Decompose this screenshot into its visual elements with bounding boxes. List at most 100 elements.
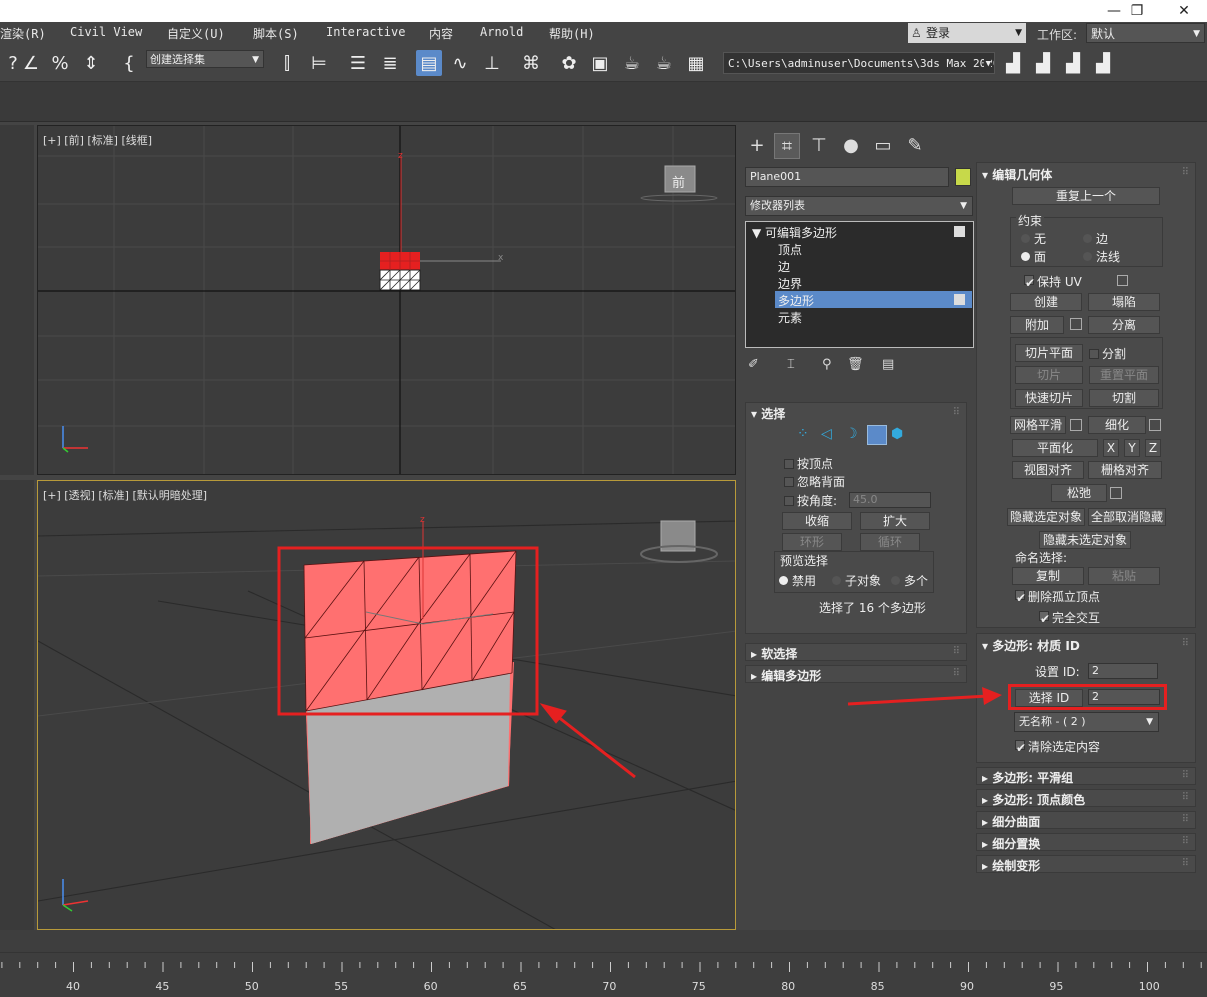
- subdivision-displacement-header[interactable]: ▸ 细分置换: [982, 835, 1040, 852]
- constraint-normal-radio[interactable]: 法线: [1083, 248, 1120, 265]
- make-unique-icon[interactable]: ⚲: [822, 357, 832, 372]
- select-id-button[interactable]: 选择 ID: [1015, 689, 1083, 707]
- schematic-view-icon[interactable]: ⌘: [518, 50, 544, 76]
- subdivision-displacement-rollout[interactable]: ▸ 细分置换 ⠿: [976, 833, 1196, 851]
- angle-spinner[interactable]: 45.0: [849, 492, 931, 508]
- unhide-all-button[interactable]: 全部取消隐藏: [1088, 508, 1166, 526]
- motion-tab-icon[interactable]: ●: [838, 133, 864, 159]
- object-name-input[interactable]: Plane001: [745, 167, 949, 187]
- constraint-edge-radio[interactable]: 边: [1083, 230, 1108, 247]
- shrink-button[interactable]: 收缩: [782, 512, 852, 530]
- soft-selection-header[interactable]: ▸ 软选择: [751, 645, 797, 662]
- meshsmooth-button[interactable]: 网格平滑: [1010, 416, 1066, 434]
- delete-isolated-checkbox[interactable]: ✔ 删除孤立顶点: [1015, 588, 1100, 605]
- subdivision-surface-header[interactable]: ▸ 细分曲面: [982, 813, 1040, 830]
- perspective-viewport-label[interactable]: [+] [透视] [标准] [默认明暗处理]: [43, 487, 207, 503]
- stack-toggle-icon[interactable]: [954, 294, 965, 305]
- preview-off-radio[interactable]: 禁用: [779, 572, 816, 589]
- close-button[interactable]: ✕: [1161, 0, 1207, 22]
- grid-align-button[interactable]: 栅格对齐: [1088, 461, 1162, 479]
- by-angle-checkbox[interactable]: 按角度:: [784, 492, 837, 509]
- constraint-face-radio[interactable]: 面: [1021, 248, 1046, 265]
- utilities-tab-icon[interactable]: ✎: [902, 133, 928, 159]
- mirror-icon[interactable]: ⫿: [274, 50, 300, 76]
- by-vertex-checkbox[interactable]: 按顶点: [784, 455, 833, 472]
- material-editor-icon[interactable]: ✿: [556, 50, 582, 76]
- edit-polygons-header[interactable]: ▸ 编辑多边形: [751, 667, 821, 684]
- menu-content[interactable]: 内容: [429, 25, 453, 42]
- settings-icon[interactable]: [1110, 487, 1122, 499]
- menu-civil-view[interactable]: Civil View: [70, 25, 142, 39]
- preview-subobject-radio[interactable]: 子对象: [832, 572, 881, 589]
- vertex-colors-rollout[interactable]: ▸ 多边形: 顶点颜色 ⠿: [976, 789, 1196, 807]
- ring-button[interactable]: 环形: [782, 533, 842, 551]
- layer-explorer-icon[interactable]: ≣: [377, 50, 403, 76]
- maximize-button[interactable]: ❐: [1114, 0, 1160, 22]
- set-id-spinner[interactable]: 2: [1088, 663, 1158, 679]
- render-setup-icon[interactable]: ▣: [587, 50, 613, 76]
- modify-tab-icon[interactable]: ⌗: [774, 133, 800, 159]
- percent-snap-icon[interactable]: %: [47, 50, 73, 76]
- menu-help[interactable]: 帮助(H): [549, 25, 595, 42]
- named-selection-icon[interactable]: {: [116, 50, 142, 76]
- menu-render[interactable]: 渲染(R): [0, 25, 46, 42]
- perspective-viewport[interactable]: [+] [透视] [标准] [默认明暗处理] z: [37, 480, 736, 930]
- make-planar-button[interactable]: 平面化: [1012, 439, 1098, 457]
- settings-icon[interactable]: [1070, 419, 1082, 431]
- edit-geometry-header[interactable]: ▾ 编辑几何体: [982, 166, 1052, 183]
- create-tab-icon[interactable]: +: [744, 133, 770, 159]
- hide-unselected-button[interactable]: 隐藏未选定对象: [1039, 531, 1131, 549]
- planar-x-button[interactable]: X: [1103, 439, 1119, 457]
- stack-item-element[interactable]: 元素: [778, 309, 802, 326]
- repeat-last-button[interactable]: 重复上一个: [1012, 187, 1160, 205]
- render-icon[interactable]: ☕: [651, 50, 677, 76]
- selection-rollout-header[interactable]: ▾ 选择: [751, 405, 785, 422]
- viewcube-front-label[interactable]: 前: [672, 172, 685, 191]
- menu-script[interactable]: 脚本(S): [253, 25, 299, 42]
- paste-button[interactable]: 粘贴: [1088, 567, 1160, 585]
- show-end-result-icon[interactable]: ⌶: [787, 357, 795, 372]
- scene-explorer-icon[interactable]: ☰: [345, 50, 371, 76]
- grow-button[interactable]: 扩大: [860, 512, 930, 530]
- stack-item-polygon[interactable]: 多边形: [778, 292, 814, 309]
- curve-editor-icon[interactable]: ∿: [447, 50, 473, 76]
- paint-deformation-rollout[interactable]: ▸ 绘制变形 ⠿: [976, 855, 1196, 873]
- slice-button[interactable]: 切片: [1015, 366, 1083, 384]
- hide-selected-button[interactable]: 隐藏选定对象: [1007, 508, 1085, 526]
- preview-multi-radio[interactable]: 多个: [891, 572, 928, 589]
- border-level-icon[interactable]: ☽: [845, 426, 858, 442]
- display-tab-icon[interactable]: ▭: [870, 133, 896, 159]
- preserve-uv-checkbox[interactable]: ✔ 保持 UV: [1024, 273, 1082, 290]
- select-id-spinner[interactable]: 2: [1088, 689, 1160, 705]
- subdivision-surface-rollout[interactable]: ▸ 细分曲面 ⠿: [976, 811, 1196, 829]
- modifier-list-dropdown[interactable]: 修改器列表 ▼: [745, 196, 973, 216]
- ignore-backface-checkbox[interactable]: 忽略背面: [784, 473, 845, 490]
- cut-button[interactable]: 切割: [1089, 389, 1159, 407]
- dope-sheet-icon[interactable]: ⊥: [479, 50, 505, 76]
- attach-button[interactable]: 附加: [1010, 316, 1064, 334]
- planar-z-button[interactable]: Z: [1145, 439, 1161, 457]
- pin-stack-icon[interactable]: ✐: [748, 357, 759, 372]
- menu-customize[interactable]: 自定义(U): [167, 25, 225, 42]
- full-interactivity-checkbox[interactable]: ✔ 完全交互: [1039, 609, 1100, 626]
- ribbon-toggle-icon[interactable]: ▤: [416, 50, 442, 76]
- edge-level-icon[interactable]: ◁: [821, 426, 832, 442]
- angle-snap-icon[interactable]: ∠: [18, 50, 44, 76]
- menu-arnold[interactable]: Arnold: [480, 25, 523, 39]
- stack-toggle-icon[interactable]: [954, 226, 965, 237]
- workspace-dropdown[interactable]: 默认 ▼: [1086, 23, 1205, 43]
- collapse-button[interactable]: 塌陷: [1088, 293, 1160, 311]
- settings-icon[interactable]: [1117, 275, 1128, 286]
- material-name-dropdown[interactable]: 无名称 - ( 2 ) ▼: [1014, 712, 1159, 732]
- copy-button[interactable]: 复制: [1012, 567, 1084, 585]
- stack-item-border[interactable]: 边界: [778, 275, 802, 292]
- project-manage-icon[interactable]: ▟: [1060, 50, 1086, 76]
- selection-set-dropdown[interactable]: 创建选择集 ▼: [146, 50, 264, 68]
- loop-button[interactable]: 循环: [860, 533, 920, 551]
- menu-interactive[interactable]: Interactive: [326, 25, 405, 39]
- align-icon[interactable]: ⊨: [306, 50, 332, 76]
- smoothing-groups-rollout[interactable]: ▸ 多边形: 平滑组 ⠿: [976, 767, 1196, 785]
- smoothing-groups-header[interactable]: ▸ 多边形: 平滑组: [982, 769, 1073, 786]
- front-viewport[interactable]: [+] [前] [标准] [线框] 前 z x: [37, 125, 736, 475]
- quickslice-button[interactable]: 快速切片: [1015, 389, 1083, 407]
